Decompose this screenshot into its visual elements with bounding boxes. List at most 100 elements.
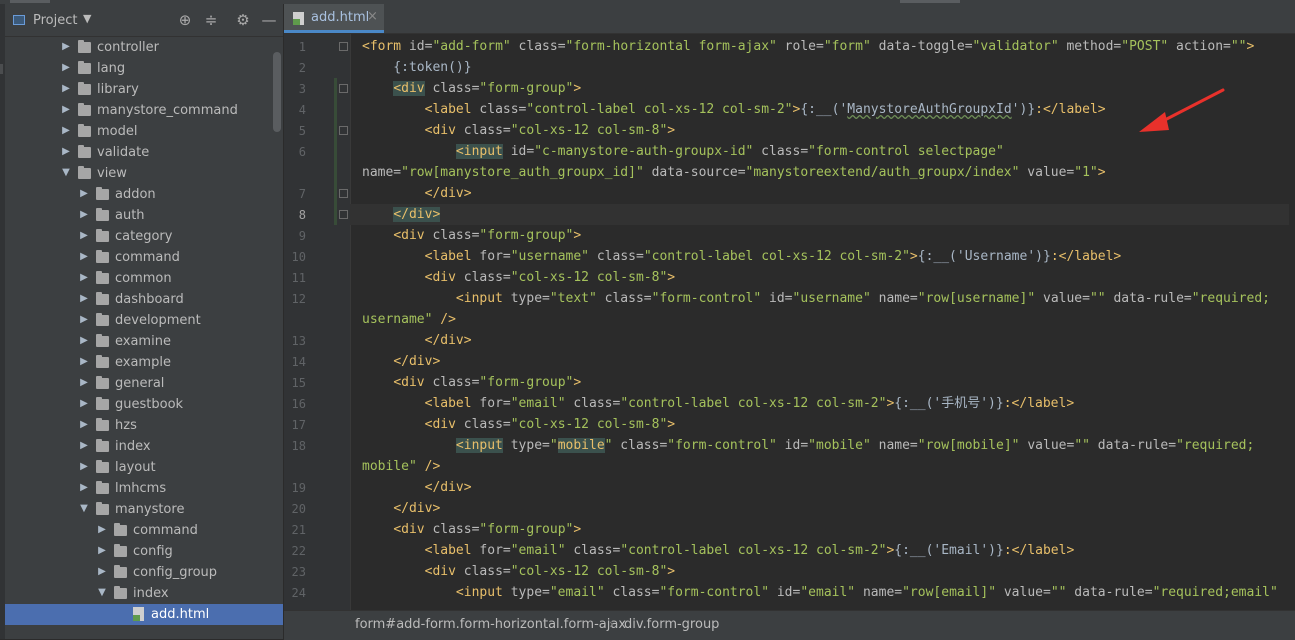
code-line[interactable]: <input type="text" class="form-control" … [362, 288, 1270, 309]
tree-item-label: command [115, 250, 180, 265]
tree-folder-item[interactable]: ▶ example [5, 352, 283, 373]
tree-folder-item[interactable]: ▶ development [5, 310, 283, 331]
chevron-down-icon[interactable]: ▼ [83, 12, 91, 25]
code-line[interactable]: username" /> [362, 309, 456, 330]
tree-folder-item[interactable]: ▼ manystore [5, 499, 283, 520]
chevron-right-icon[interactable]: ▶ [79, 271, 89, 285]
code-line[interactable]: </div> [362, 351, 440, 372]
code-line[interactable]: <label for="email" class="control-label … [362, 393, 1075, 414]
tree-folder-item[interactable]: ▶ manystore_command [5, 100, 283, 121]
tree-folder-item[interactable]: ▶ config_group [5, 562, 283, 583]
code-line[interactable]: <label for="email" class="control-label … [362, 540, 1075, 561]
code-line[interactable]: </div> [362, 330, 472, 351]
chevron-right-icon[interactable]: ▶ [61, 82, 71, 96]
code-line[interactable]: <form id="add-form" class="form-horizont… [362, 36, 1254, 57]
tree-folder-item[interactable]: ▶ category [5, 226, 283, 247]
tree-folder-item[interactable]: ▶ dashboard [5, 289, 283, 310]
chevron-down-icon[interactable]: ▼ [79, 502, 89, 516]
tree-folder-item[interactable]: ▶ guestbook [5, 394, 283, 415]
editor-scrollbar[interactable] [1289, 34, 1295, 610]
tree-folder-item[interactable]: ▶ lang [5, 58, 283, 79]
fold-icon[interactable] [339, 126, 348, 135]
tree-folder-item[interactable]: ▶ config [5, 541, 283, 562]
chevron-right-icon[interactable]: ▶ [79, 292, 89, 306]
code-line[interactable]: </div> [362, 498, 440, 519]
chevron-right-icon[interactable]: ▶ [79, 418, 89, 432]
fold-icon[interactable] [339, 189, 348, 198]
code-line[interactable]: <div class="form-group"> [362, 78, 581, 99]
chevron-right-icon[interactable]: ▶ [61, 124, 71, 138]
chevron-right-icon[interactable]: ▶ [97, 523, 107, 537]
chevron-right-icon[interactable]: ▶ [79, 334, 89, 348]
tree-folder-item[interactable]: ▶ hzs [5, 415, 283, 436]
code-line[interactable]: <div class="form-group"> [362, 372, 581, 393]
tree-folder-item[interactable]: ▼ view [5, 163, 283, 184]
breadcrumb-item-form[interactable]: form#add-form.form-horizontal.form-ajax [355, 617, 626, 632]
fold-icon[interactable] [339, 42, 348, 51]
chevron-down-icon[interactable]: ▼ [97, 586, 107, 600]
tree-folder-item[interactable]: ▶ auth [5, 205, 283, 226]
chevron-right-icon[interactable]: ▶ [79, 208, 89, 222]
tree-folder-item[interactable]: ▶ index [5, 436, 283, 457]
chevron-right-icon[interactable]: ▶ [79, 187, 89, 201]
collapse-all-icon[interactable]: ≑ [202, 11, 220, 29]
tree-folder-item[interactable]: ▶ command [5, 520, 283, 541]
code-line[interactable]: <label for="username" class="control-lab… [362, 246, 1122, 267]
code-line[interactable]: </div> [362, 183, 472, 204]
tree-folder-item[interactable]: ▶ examine [5, 331, 283, 352]
chevron-right-icon[interactable]: ▶ [97, 544, 107, 558]
chevron-right-icon[interactable]: ▶ [79, 313, 89, 327]
tree-folder-item[interactable]: ▶ model [5, 121, 283, 142]
code-line[interactable]: <div class="col-xs-12 col-sm-8"> [362, 561, 675, 582]
gear-icon[interactable]: ⚙ [234, 11, 252, 29]
tree-folder-item[interactable]: ▶ command [5, 247, 283, 268]
chevron-right-icon[interactable]: ▶ [79, 439, 89, 453]
tree-folder-item[interactable]: ▼ index [5, 583, 283, 604]
code-line[interactable]: <div class="col-xs-12 col-sm-8"> [362, 120, 675, 141]
code-line[interactable]: {:token()} [362, 57, 471, 78]
code-line[interactable]: <div class="form-group"> [362, 519, 581, 540]
tree-folder-item[interactable]: ▶ layout [5, 457, 283, 478]
tab-add-html[interactable]: add.html × [284, 4, 384, 33]
chevron-right-icon[interactable]: ▶ [79, 397, 89, 411]
tree-folder-item[interactable]: ▶ general [5, 373, 283, 394]
close-icon[interactable]: × [367, 9, 378, 24]
fold-icon[interactable] [339, 210, 348, 219]
code-line[interactable]: <input id="c-manystore-auth-groupx-id" c… [362, 141, 1004, 162]
tree-folder-item[interactable]: ▶ controller [5, 37, 283, 58]
chevron-right-icon[interactable]: ▶ [79, 250, 89, 264]
chevron-right-icon[interactable]: ▶ [97, 565, 107, 579]
code-line[interactable]: </div> [362, 204, 441, 225]
tree-folder-item[interactable]: ▶ lmhcms [5, 478, 283, 499]
code-line[interactable]: <div class="form-group"> [362, 225, 581, 246]
code-line[interactable]: <label class="control-label col-xs-12 co… [362, 99, 1106, 120]
tree-folder-item[interactable]: ▶ common [5, 268, 283, 289]
minimize-icon[interactable]: — [260, 11, 278, 29]
code-line[interactable]: <div class="col-xs-12 col-sm-8"> [362, 414, 675, 435]
project-scrollbar[interactable] [273, 52, 281, 132]
chevron-right-icon[interactable]: ▶ [79, 460, 89, 474]
code-line[interactable]: <div class="col-xs-12 col-sm-8"> [362, 267, 675, 288]
chevron-right-icon[interactable]: ▶ [79, 481, 89, 495]
tree-file-item[interactable]: add.html [5, 604, 283, 625]
tree-folder-item[interactable]: ▶ validate [5, 142, 283, 163]
tree-folder-item[interactable]: ▶ addon [5, 184, 283, 205]
chevron-right-icon[interactable]: ▶ [79, 355, 89, 369]
breadcrumb-item-div[interactable]: div.form-group [624, 617, 719, 632]
code-line[interactable]: name="row[manystore_auth_groupx_id]" dat… [362, 162, 1106, 183]
project-title[interactable]: Project [33, 13, 77, 28]
locate-icon[interactable]: ⊕ [176, 11, 194, 29]
code-line[interactable]: </div> [362, 477, 472, 498]
chevron-right-icon[interactable]: ▶ [79, 229, 89, 243]
chevron-right-icon[interactable]: ▶ [61, 103, 71, 117]
chevron-right-icon[interactable]: ▶ [61, 145, 71, 159]
chevron-right-icon[interactable]: ▶ [61, 40, 71, 54]
chevron-right-icon[interactable]: ▶ [79, 376, 89, 390]
chevron-right-icon[interactable]: ▶ [61, 61, 71, 75]
code-line[interactable]: <input type="email" class="form-control"… [362, 582, 1278, 603]
code-line[interactable]: <input type="mobile" class="form-control… [362, 435, 1254, 456]
tree-folder-item[interactable]: ▶ library [5, 79, 283, 100]
fold-icon[interactable] [339, 84, 348, 93]
code-line[interactable]: mobile" /> [362, 456, 440, 477]
chevron-down-icon[interactable]: ▼ [61, 166, 71, 180]
